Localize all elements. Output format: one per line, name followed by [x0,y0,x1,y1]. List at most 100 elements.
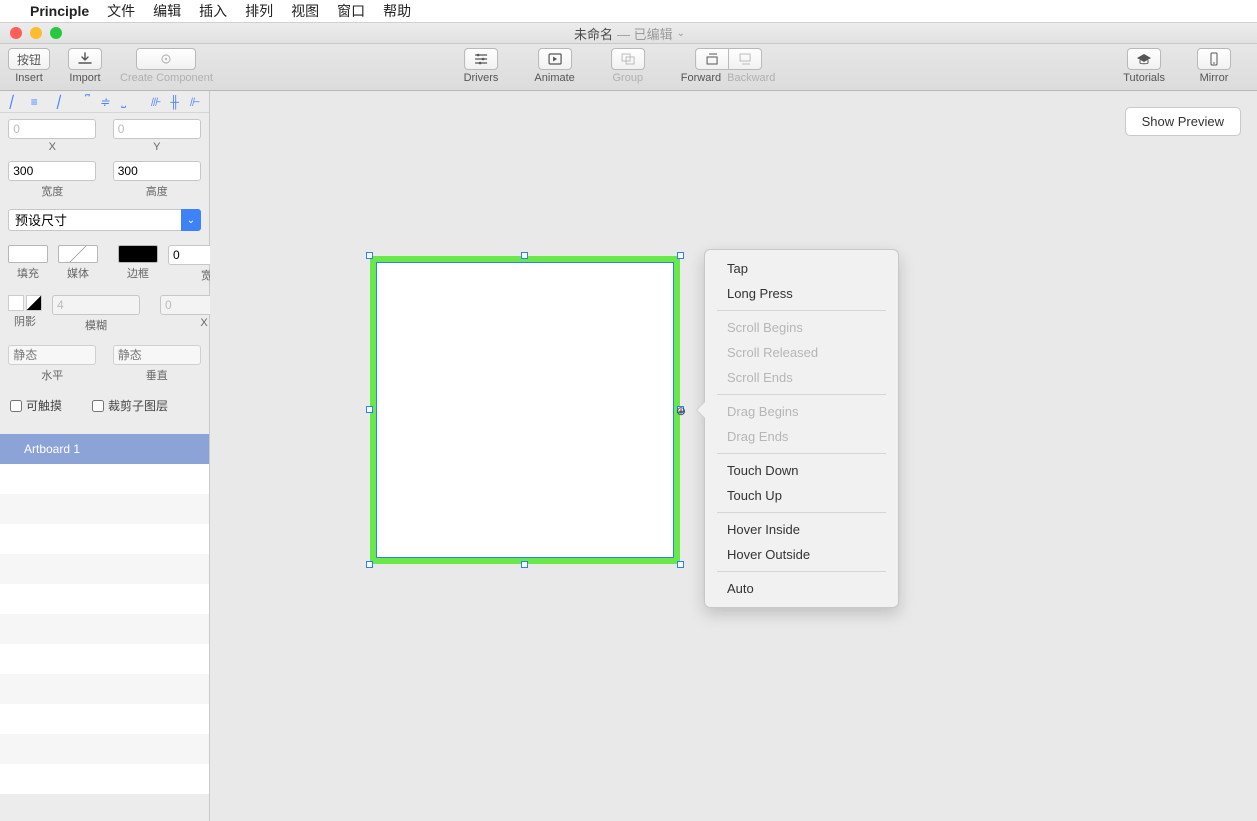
h-scroll-label: 水平 [41,367,63,383]
import-button[interactable] [68,48,102,70]
layer-artboard-1[interactable]: Artboard 1 [0,434,209,464]
graduation-cap-icon [1136,52,1152,66]
phone-icon [1206,52,1222,66]
trigger-hover-outside[interactable]: Hover Outside [705,542,898,567]
trigger-touch-up[interactable]: Touch Up [705,483,898,508]
drivers-button[interactable] [464,48,498,70]
distribute-center-icon[interactable]: ╫ [166,95,184,109]
menu-insert[interactable]: 插入 [199,1,227,21]
clip-checkbox[interactable]: 裁剪子图层 [92,397,168,414]
preset-select[interactable]: 预设尺寸 [8,209,181,231]
shadow-checkbox[interactable] [8,295,24,311]
menu-edit[interactable]: 编辑 [153,1,181,21]
chevron-down-icon[interactable]: ⌄ [181,209,201,231]
animate-label: Animate [534,72,574,84]
v-scroll-label: 垂直 [146,367,168,383]
media-label: 媒体 [67,265,89,281]
toolbar-insert: 按钮 Insert [8,48,50,84]
import-icon [77,52,93,66]
align-bottom-icon[interactable]: ⎵ [115,95,133,109]
distribute-v-icon[interactable]: ⊩ [185,95,203,109]
fill-label: 填充 [17,265,39,281]
shadow-size-input [52,295,140,315]
distribute-h-icon[interactable]: ⊪ [146,95,164,109]
main-area: ▏ ≡ ▕ ⎴ ≑ ⎵ ⊪ ╫ ⊩ X [0,91,1257,821]
animate-icon [547,52,563,66]
trigger-long-press[interactable]: Long Press [705,281,898,306]
x-label: X [49,141,56,153]
v-scroll-select[interactable]: 静态 [113,345,201,365]
width-input[interactable] [8,161,96,181]
group-label: Group [612,72,643,84]
height-input[interactable] [113,161,201,181]
align-center-v-icon[interactable]: ≑ [96,95,114,109]
trigger-scroll-ends: Scroll Ends [705,365,898,390]
menu-view[interactable]: 视图 [291,1,319,21]
y-input[interactable] [113,119,201,139]
resize-handle-ne[interactable] [677,252,684,259]
zoom-icon[interactable] [50,27,62,39]
align-left-icon[interactable]: ▏ [6,95,24,109]
trigger-tap[interactable]: Tap [705,256,898,281]
animate-button[interactable] [538,48,572,70]
backward-button[interactable] [729,48,762,70]
shadow-label: 阴影 [14,313,36,329]
drivers-icon [473,52,489,66]
resize-handle-nw[interactable] [366,252,373,259]
mirror-button[interactable] [1197,48,1231,70]
resize-handle-s[interactable] [521,561,528,568]
shadow-color[interactable] [26,295,42,311]
toolbar-import: Import [68,48,102,84]
touchable-checkbox[interactable]: 可触摸 [10,397,62,414]
backward-label: Backward [727,72,775,84]
forward-button[interactable] [695,48,729,70]
chevron-down-icon[interactable]: ⌄ [677,28,685,39]
trigger-auto[interactable]: Auto [705,576,898,601]
minimize-icon[interactable] [30,27,42,39]
forward-label: Forward [681,72,721,84]
list-item [0,734,209,764]
resize-handle-sw[interactable] [366,561,373,568]
fill-swatch[interactable] [8,245,48,263]
canvas[interactable]: Show Preview ⊕ Tap Long Press Scroll Beg… [210,91,1257,821]
mac-menubar: Principle 文件 编辑 插入 排列 视图 窗口 帮助 [0,0,1257,22]
layers-list: Artboard 1 [0,434,209,821]
trigger-popover: Tap Long Press Scroll Begins Scroll Rele… [704,249,899,608]
artboard[interactable]: ⊕ [370,256,680,564]
tutorials-button[interactable] [1127,48,1161,70]
menu-file[interactable]: 文件 [107,1,135,21]
menu-help[interactable]: 帮助 [383,1,411,21]
app-name[interactable]: Principle [30,3,89,19]
close-icon[interactable] [10,27,22,39]
media-swatch[interactable] [58,245,98,263]
connection-handle[interactable]: ⊕ [676,406,686,416]
preset-size[interactable]: 预设尺寸 ⌄ [8,209,201,231]
separator [717,453,886,454]
insert-button[interactable]: 按钮 [8,48,50,70]
resize-handle-n[interactable] [521,252,528,259]
y-label: Y [153,141,160,153]
menu-arrange[interactable]: 排列 [245,1,273,21]
list-item [0,494,209,524]
trigger-touch-down[interactable]: Touch Down [705,458,898,483]
create-component-label: Create Component [120,72,213,84]
resize-handle-w[interactable] [366,406,373,413]
menu-window[interactable]: 窗口 [337,1,365,21]
h-scroll-select[interactable]: 静态 [8,345,96,365]
list-item [0,704,209,734]
toolbar-order: Forward Backward [681,48,776,84]
align-top-icon[interactable]: ⎴ [76,95,94,109]
toolbar-group: Group [611,48,645,84]
align-right-icon[interactable]: ▕ [45,95,63,109]
toolbar-drivers: Drivers [464,48,499,84]
border-swatch[interactable] [118,245,158,263]
show-preview-button[interactable]: Show Preview [1125,107,1241,136]
align-center-h-icon[interactable]: ≡ [26,95,44,109]
forward-icon [704,52,720,66]
group-button[interactable] [611,48,645,70]
x-input[interactable] [8,119,96,139]
trigger-hover-inside[interactable]: Hover Inside [705,517,898,542]
list-item [0,614,209,644]
create-component-button[interactable] [136,48,196,70]
resize-handle-se[interactable] [677,561,684,568]
